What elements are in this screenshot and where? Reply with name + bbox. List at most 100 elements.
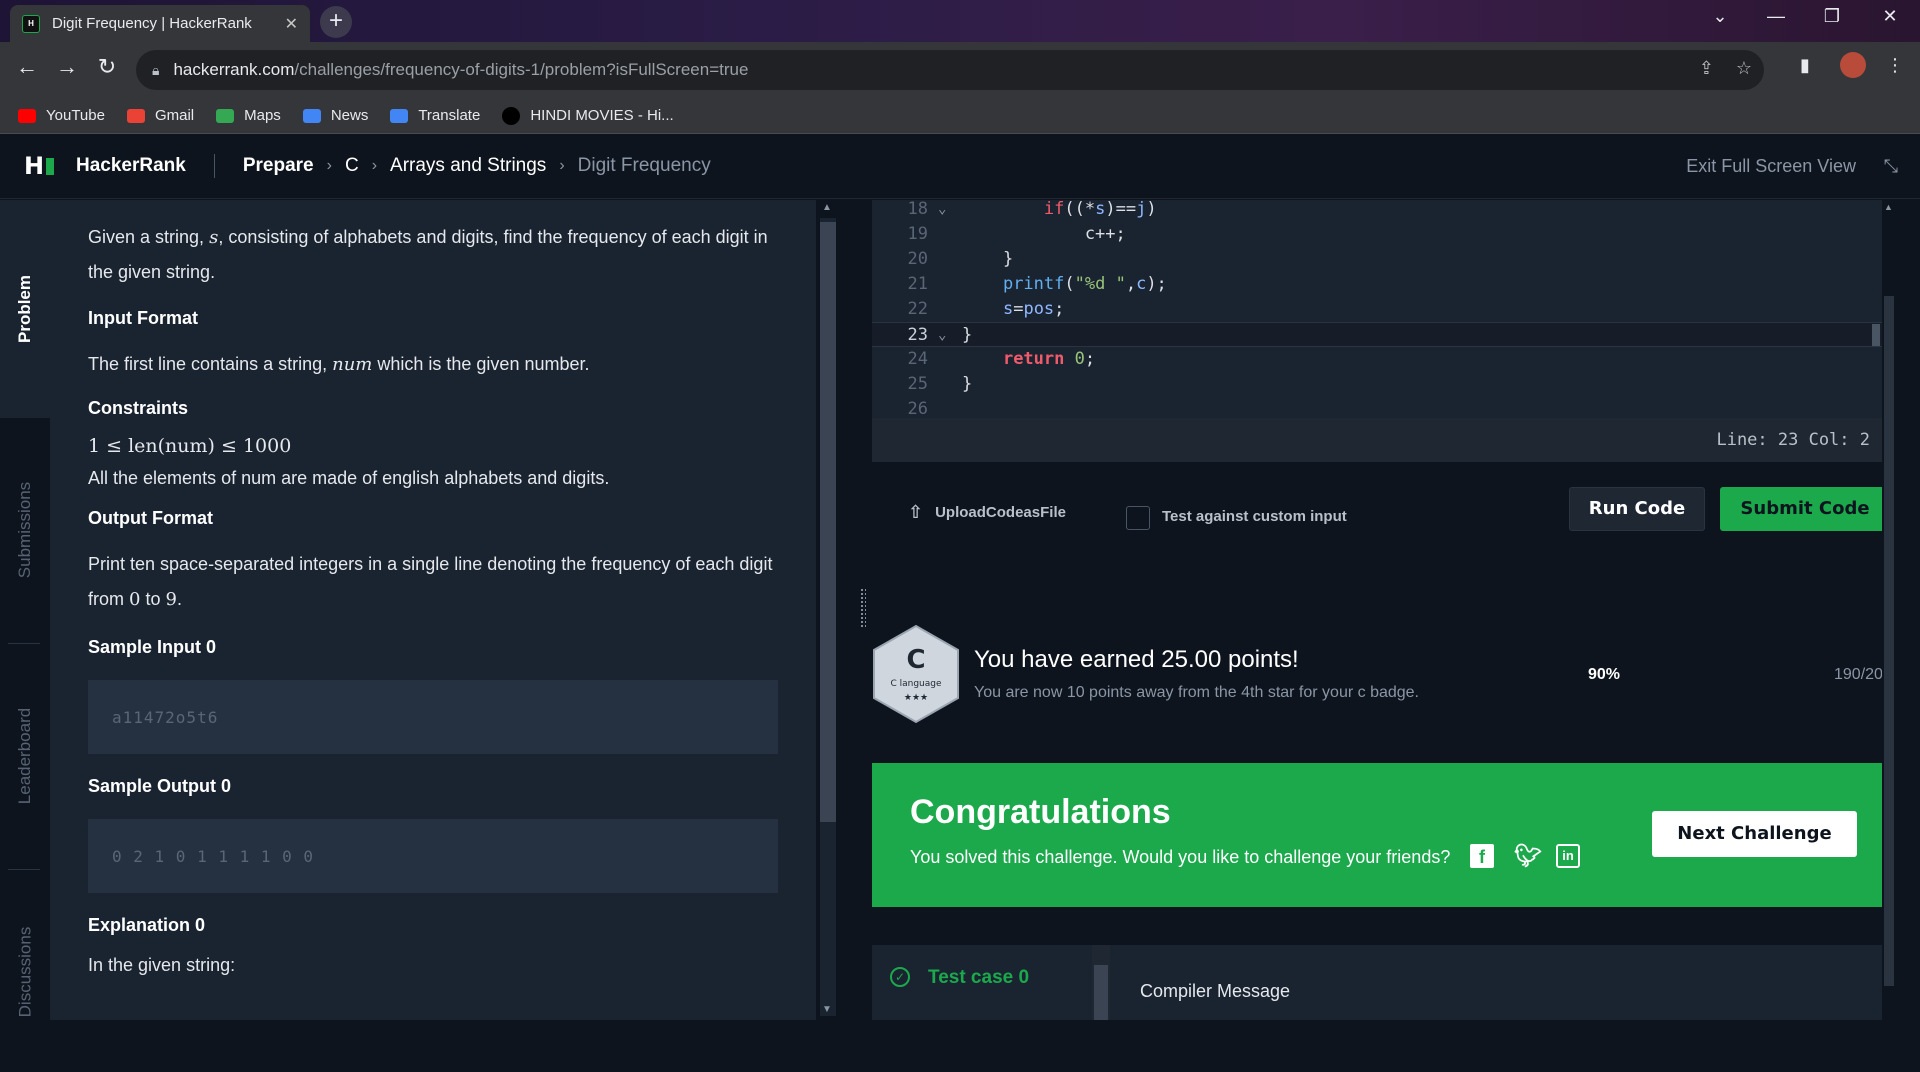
hackerrank-favicon: H bbox=[22, 14, 40, 33]
code-line: 25} bbox=[907, 374, 973, 394]
constraints-heading: Constraints bbox=[88, 398, 189, 418]
sample-input-heading: Sample Input 0 bbox=[88, 637, 217, 657]
code-line: 20 } bbox=[907, 249, 1014, 269]
url-bar[interactable]: 🔒︎ hackerrank.com /challenges/frequency-… bbox=[136, 50, 1764, 90]
c-language-badge-icon: C C language ★★★ bbox=[872, 624, 960, 724]
pane-resize-handle[interactable] bbox=[856, 200, 872, 1020]
chevron-right-icon: › bbox=[326, 157, 332, 174]
tab-leaderboard[interactable]: Leaderboard bbox=[0, 644, 50, 868]
upload-code-button[interactable]: ⇧ UploadCodeasFile bbox=[908, 502, 1066, 523]
upload-icon: ⇧ bbox=[908, 502, 924, 522]
run-code-button[interactable]: Run Code bbox=[1569, 487, 1705, 531]
exit-fullscreen-link[interactable]: Exit Full Screen View bbox=[1686, 156, 1856, 177]
problem-scrollbar[interactable]: ▲ ▼ bbox=[816, 200, 856, 1020]
explanation-heading: Explanation 0 bbox=[88, 915, 206, 935]
sample-input-box: a11472o5t6 bbox=[88, 680, 778, 754]
close-tab-icon[interactable]: ✕ bbox=[285, 14, 298, 34]
hackerrank-logo-icon[interactable]: H bbox=[24, 152, 54, 180]
scroll-up-icon[interactable]: ▲ bbox=[1884, 202, 1893, 212]
code-line: 19 c++; bbox=[907, 224, 1126, 244]
test-case-tab[interactable]: ✓ Test case 0 bbox=[872, 945, 1092, 1020]
linkedin-icon[interactable]: in bbox=[1556, 844, 1580, 868]
tab-search-icon[interactable]: ⌄ bbox=[1700, 6, 1740, 27]
bookmark-news[interactable]: News bbox=[302, 107, 368, 124]
next-challenge-button[interactable]: Next Challenge bbox=[1652, 811, 1857, 857]
youtube-icon bbox=[18, 108, 36, 123]
sample-output-heading: Sample Output 0 bbox=[88, 776, 232, 796]
compiler-message-label: Compiler Message bbox=[1140, 981, 1291, 1001]
scroll-thumb[interactable] bbox=[1884, 296, 1894, 986]
new-tab-button[interactable]: + bbox=[320, 6, 352, 38]
svg-text:C: C bbox=[906, 645, 925, 675]
breadcrumb-arrays-strings[interactable]: Arrays and Strings bbox=[390, 155, 546, 177]
code-line: 26 bbox=[907, 399, 928, 418]
breadcrumb-c[interactable]: C bbox=[345, 155, 359, 177]
code-line: 21 printf("%d ",c); bbox=[907, 274, 1167, 294]
svg-text:C language: C language bbox=[890, 679, 942, 689]
scroll-thumb[interactable] bbox=[820, 222, 836, 822]
menu-kebab-icon[interactable]: ⋮ bbox=[1886, 55, 1904, 76]
url-path: /challenges/frequency-of-digits-1/proble… bbox=[294, 60, 749, 79]
brand-name[interactable]: HackerRank bbox=[76, 155, 186, 177]
chevron-right-icon: › bbox=[559, 157, 565, 174]
editor-pane: 18 ⌄ if((*s)==j) 19 c++; 20 } 21 printf("… bbox=[872, 200, 1894, 1020]
address-bar-row: ← → ↻ 🔒︎ hackerrank.com /challenges/freq… bbox=[0, 42, 1920, 98]
submit-code-button[interactable]: Submit Code bbox=[1720, 487, 1890, 531]
hackerrank-header: H HackerRank Prepare › C › Arrays and St… bbox=[0, 134, 1920, 199]
constraint-math: 1 ≤ len(num) ≤ 1000 bbox=[88, 435, 292, 457]
minimize-icon[interactable]: — bbox=[1756, 6, 1796, 27]
progress-percent: 90% bbox=[1588, 666, 1621, 683]
editor-actions: ⇧ UploadCodeasFile Test against custom in… bbox=[872, 462, 1890, 562]
breadcrumb-current: Digit Frequency bbox=[577, 155, 711, 176]
back-icon[interactable]: ← bbox=[12, 54, 42, 80]
tab-divider bbox=[8, 869, 40, 870]
gmail-icon bbox=[126, 108, 145, 123]
explanation-text: In the given string: bbox=[88, 955, 236, 975]
tab-discussions[interactable]: Discussions bbox=[0, 872, 50, 1072]
sample-output-box: 0 2 1 0 1 1 1 1 0 0 bbox=[88, 819, 778, 893]
share-icon[interactable]: ⇪ bbox=[1699, 58, 1714, 79]
code-line: 22 s=pos; bbox=[907, 299, 1065, 319]
tab-submissions[interactable]: Submissions bbox=[0, 418, 50, 642]
forward-icon[interactable]: → bbox=[52, 54, 82, 80]
header-divider bbox=[213, 154, 215, 178]
bookmark-hindi-movies[interactable]: HINDI MOVIES - Hi... bbox=[502, 106, 674, 125]
fold-chevron-icon[interactable]: ⌄ bbox=[938, 323, 946, 348]
constraint-text: All the elements of num are made of engl… bbox=[88, 468, 610, 488]
compiler-message-panel: Compiler Message bbox=[1110, 945, 1882, 1020]
bookmark-translate[interactable]: Translate bbox=[390, 107, 480, 124]
points-title: You have earned 25.00 points! bbox=[974, 646, 1299, 673]
editor-scrollbar[interactable] bbox=[1872, 200, 1882, 418]
facebook-icon[interactable]: f bbox=[1470, 844, 1494, 868]
input-format-text: The first line contains a string, num wh… bbox=[88, 354, 590, 375]
profile-avatar[interactable] bbox=[1840, 52, 1866, 78]
tab-problem[interactable]: Problem bbox=[0, 200, 50, 418]
points-subtitle: You are now 10 points away from the 4th … bbox=[974, 684, 1419, 701]
twitter-icon[interactable]: 🐦︎ bbox=[1514, 843, 1542, 869]
news-icon bbox=[302, 108, 321, 123]
bookmark-youtube[interactable]: YouTube bbox=[18, 107, 105, 124]
drag-grip-icon[interactable] bbox=[860, 588, 866, 628]
fold-chevron-icon[interactable]: ⌄ bbox=[938, 200, 946, 222]
custom-input-checkbox[interactable] bbox=[1126, 506, 1150, 530]
scroll-up-icon[interactable]: ▲ bbox=[822, 202, 832, 213]
bookmark-star-icon[interactable]: ☆ bbox=[1736, 58, 1752, 79]
browser-tab[interactable]: H Digit Frequency | HackerRank ✕ bbox=[10, 5, 310, 42]
bookmark-gmail[interactable]: Gmail bbox=[126, 107, 194, 124]
scroll-down-icon[interactable]: ▼ bbox=[822, 1004, 832, 1015]
restore-icon[interactable]: ❐ bbox=[1812, 6, 1852, 27]
congrats-title: Congratulations bbox=[910, 793, 1171, 831]
g-icon bbox=[502, 106, 521, 125]
code-editor[interactable]: 18 ⌄ if((*s)==j) 19 c++; 20 } 21 printf("… bbox=[872, 200, 1882, 418]
output-format-heading: Output Format bbox=[88, 508, 213, 528]
bookmark-maps[interactable]: Maps bbox=[216, 107, 281, 124]
test-case-scrollbar[interactable] bbox=[1092, 945, 1110, 1020]
congratulations-banner: Congratulations You solved this challeng… bbox=[872, 763, 1894, 907]
breadcrumb-prepare[interactable]: Prepare bbox=[243, 155, 314, 177]
right-pane-scrollbar[interactable]: ▲ bbox=[1882, 200, 1894, 1020]
side-panel-icon[interactable]: ▮ bbox=[1800, 55, 1810, 76]
collapse-icon[interactable]: ⤡ bbox=[1884, 156, 1898, 177]
reload-icon[interactable]: ↻ bbox=[92, 54, 122, 80]
close-window-icon[interactable]: ✕ bbox=[1870, 6, 1910, 27]
current-code-line: 23 ⌄} bbox=[872, 322, 1882, 347]
